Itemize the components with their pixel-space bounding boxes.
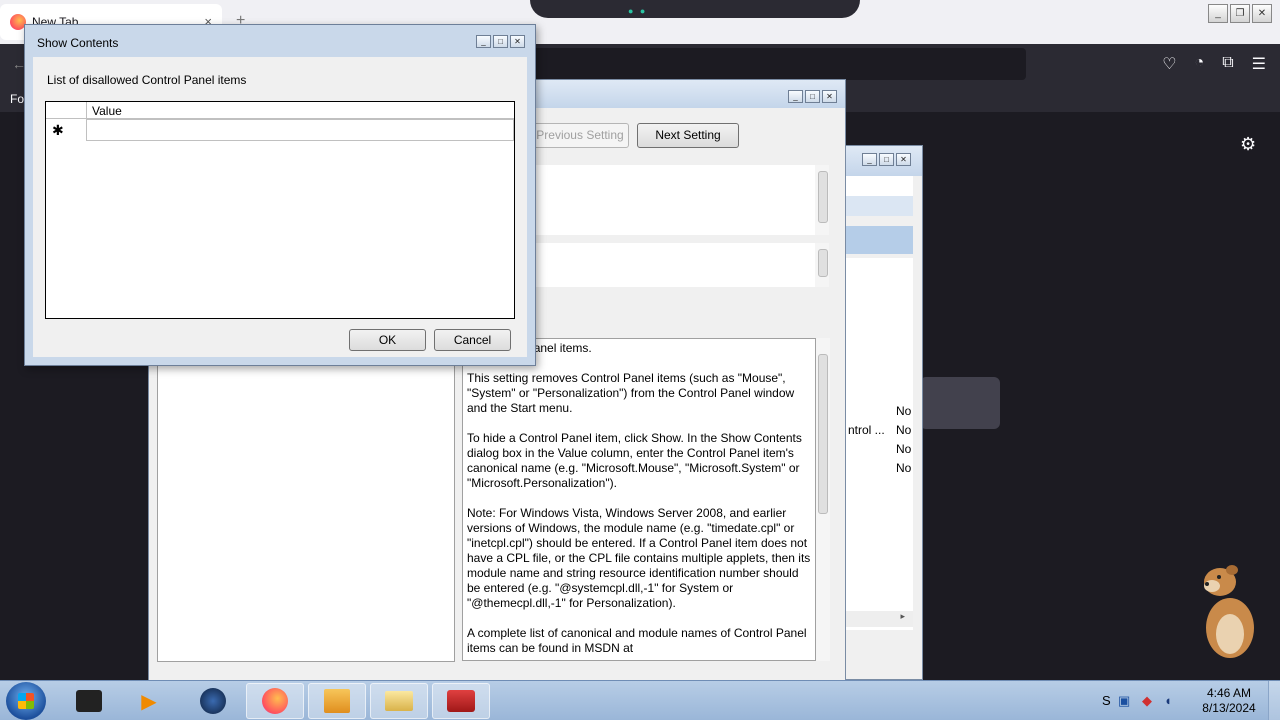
- url-bar[interactable]: [510, 48, 1026, 80]
- comment-scrollbar[interactable]: [815, 165, 829, 235]
- gear-icon[interactable]: ⚙: [1240, 134, 1256, 155]
- taskbar-app-folder-icon[interactable]: [370, 683, 428, 719]
- shortcut-tile[interactable]: [920, 377, 1000, 429]
- close-button[interactable]: ✕: [896, 153, 911, 166]
- window-titlebar: _ □ ✕: [846, 146, 922, 176]
- bookmark-folder-label[interactable]: Fo: [10, 92, 24, 106]
- menu-icon[interactable]: ☰: [1252, 54, 1266, 74]
- value-cell-input[interactable]: [86, 119, 514, 141]
- setting-state: No: [896, 423, 912, 437]
- toolbar-strip: [846, 176, 913, 196]
- comment-box[interactable]: [529, 165, 829, 235]
- settings-list: No ntrol ... No No No: [846, 258, 913, 630]
- taskbar-app-firefox-icon[interactable]: [246, 683, 304, 719]
- tray-security-icon[interactable]: ◆: [1142, 693, 1152, 709]
- show-contents-dialog: Show Contents _ □ ✕ List of disallowed C…: [24, 24, 536, 366]
- group-policy-window: _ □ ✕ No ntrol ... No No No ▸: [845, 145, 923, 680]
- tray-volume-icon[interactable]: ◖: [1164, 693, 1172, 708]
- clock-date: 8/13/2024: [1202, 701, 1256, 715]
- taskbar: ▶ S ▣ ◆ ◖ 4:46 AM 8/13/2024: [0, 680, 1280, 720]
- minimize-button[interactable]: _: [788, 90, 803, 103]
- extensions-icon[interactable]: ⧉: [1222, 54, 1233, 74]
- clock[interactable]: 4:46 AM 8/13/2024: [1194, 686, 1264, 716]
- help-pane: ed Control Panel items. This setting rem…: [462, 338, 816, 661]
- value-grid: Value ✱: [45, 101, 515, 319]
- close-button[interactable]: ✕: [1252, 4, 1272, 23]
- help-paragraph: Note: For Windows Vista, Windows Server …: [467, 506, 811, 610]
- tray-letter: S: [1102, 693, 1111, 708]
- system-tray: S ▣ ◆ ◖: [1098, 681, 1182, 720]
- close-button[interactable]: ✕: [510, 35, 525, 48]
- taskbar-app-explorer-icon[interactable]: [308, 683, 366, 719]
- maximize-button[interactable]: □: [879, 153, 894, 166]
- previous-setting-button[interactable]: Previous Setting: [531, 123, 629, 148]
- next-setting-button[interactable]: Next Setting: [637, 123, 739, 148]
- tray-network-icon[interactable]: ▣: [1118, 693, 1130, 709]
- new-row: ✱: [46, 119, 514, 141]
- taskbar-app-media-player-icon[interactable]: ▶: [120, 683, 178, 719]
- header-strip: [846, 196, 913, 216]
- supported-scrollbar[interactable]: [815, 243, 829, 287]
- help-paragraph: A complete list of canonical and module …: [467, 626, 807, 655]
- dialog-title: Show Contents: [37, 36, 119, 50]
- minimize-button[interactable]: _: [1208, 4, 1228, 23]
- pocket-icon[interactable]: ♡: [1162, 54, 1176, 74]
- minimize-button[interactable]: _: [476, 35, 491, 48]
- minimize-button[interactable]: _: [862, 153, 877, 166]
- close-button[interactable]: ✕: [822, 90, 837, 103]
- horizontal-scrollbar[interactable]: ▸: [846, 611, 913, 627]
- setting-state: No: [896, 404, 912, 418]
- cancel-button[interactable]: Cancel: [434, 329, 511, 351]
- dialog-body: List of disallowed Control Panel items V…: [33, 57, 527, 357]
- toolbar-icons: ♡ ◔ ⧉ ☰: [1162, 54, 1266, 74]
- restore-button[interactable]: ❐: [1230, 4, 1250, 23]
- setting-name[interactable]: ntrol ...: [848, 423, 885, 437]
- account-icon[interactable]: ◔: [1195, 54, 1205, 74]
- setting-state: No: [896, 461, 912, 475]
- grid-corner: [46, 102, 87, 119]
- value-column-header[interactable]: Value: [92, 104, 122, 118]
- browser-window-controls: _ ❐ ✕: [1208, 4, 1272, 23]
- start-button[interactable]: [6, 682, 46, 720]
- indicator-icon: ● ●: [628, 6, 648, 16]
- show-desktop-button[interactable]: [1268, 681, 1280, 720]
- help-text: ed Control Panel items. This setting rem…: [463, 339, 815, 660]
- taskbar-app-terminal-icon[interactable]: [60, 683, 118, 719]
- taskbar-app-toolbox-icon[interactable]: [432, 683, 490, 719]
- grid-header: Value: [46, 102, 514, 119]
- help-paragraph: To hide a Control Panel item, click Show…: [467, 431, 802, 490]
- taskbar-app-network-icon[interactable]: [184, 683, 242, 719]
- maximize-button[interactable]: □: [805, 90, 820, 103]
- help-paragraph: This setting removes Control Panel items…: [467, 371, 795, 415]
- window-top-decoration: ● ●: [530, 0, 860, 18]
- maximize-button[interactable]: □: [493, 35, 508, 48]
- supported-on-box: [529, 243, 829, 287]
- new-row-icon: ✱: [52, 122, 64, 138]
- clock-time: 4:46 AM: [1206, 686, 1252, 700]
- dog-sticker-image: [1204, 565, 1254, 658]
- ok-button[interactable]: OK: [349, 329, 426, 351]
- setting-state: No: [896, 442, 912, 456]
- help-scrollbar[interactable]: [816, 338, 830, 661]
- dialog-label: List of disallowed Control Panel items: [47, 73, 247, 87]
- selected-row[interactable]: [846, 226, 913, 254]
- options-pane: [157, 342, 455, 662]
